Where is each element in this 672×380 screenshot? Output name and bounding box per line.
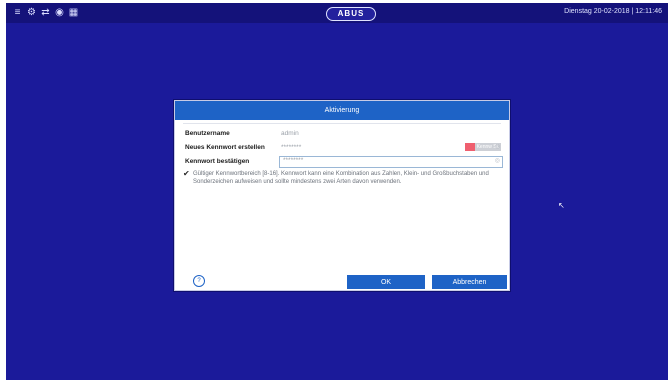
divider [183,123,501,124]
password-hint: Gültiger Kennwortbereich [8-16]. Kennwor… [193,171,489,185]
show-password-icon[interactable]: ◎ [495,143,501,151]
username-row: Benutzername admin [183,128,501,140]
new-password-label: Neues Kennwort erstellen [185,144,265,151]
confirm-password-label: Kennwort bestätigen [185,158,250,165]
date-time: Dienstag 20-02-2018 | 12:11:46 [564,8,662,15]
dialog-title: Aktivierung [175,101,509,120]
mouse-cursor-icon: ↖ [558,201,565,210]
username-label: Benutzername [185,130,230,137]
cancel-button[interactable]: Abbrechen [432,275,507,289]
confirm-password-row: Kennwort bestätigen ******** ◎ [183,156,503,168]
network-icon[interactable]: ⇄ [40,7,51,18]
new-password-row: Neues Kennwort erstellen ******** Kennw … [183,142,501,154]
check-icon: ✔ [183,169,190,178]
desktop: ≡ ⚙ ⇄ ◉ ▦ ABUS Dienstag 20-02-2018 | 12:… [6,3,668,380]
menu-icon[interactable]: ≡ [12,7,23,18]
record-icon[interactable]: ◉ [54,7,65,18]
new-password-field[interactable]: ******** [281,144,301,151]
top-toolbar: ≡ ⚙ ⇄ ◉ ▦ ABUS Dienstag 20-02-2018 | 12:… [6,3,668,23]
username-value: admin [281,130,299,137]
password-strength-bar [465,143,475,151]
ok-button[interactable]: OK [347,275,425,289]
help-icon[interactable]: ? [193,275,205,287]
show-confirm-password-icon[interactable]: ◎ [495,157,500,164]
brand-logo: ABUS [326,7,376,21]
activation-dialog: Aktivierung Benutzername admin Neues Ken… [174,100,510,291]
settings-icon[interactable]: ⚙ [26,7,37,18]
layout-grid-icon[interactable]: ▦ [68,7,79,18]
confirm-password-field[interactable]: ******** ◎ [279,156,503,168]
confirm-password-value: ******** [283,157,304,164]
